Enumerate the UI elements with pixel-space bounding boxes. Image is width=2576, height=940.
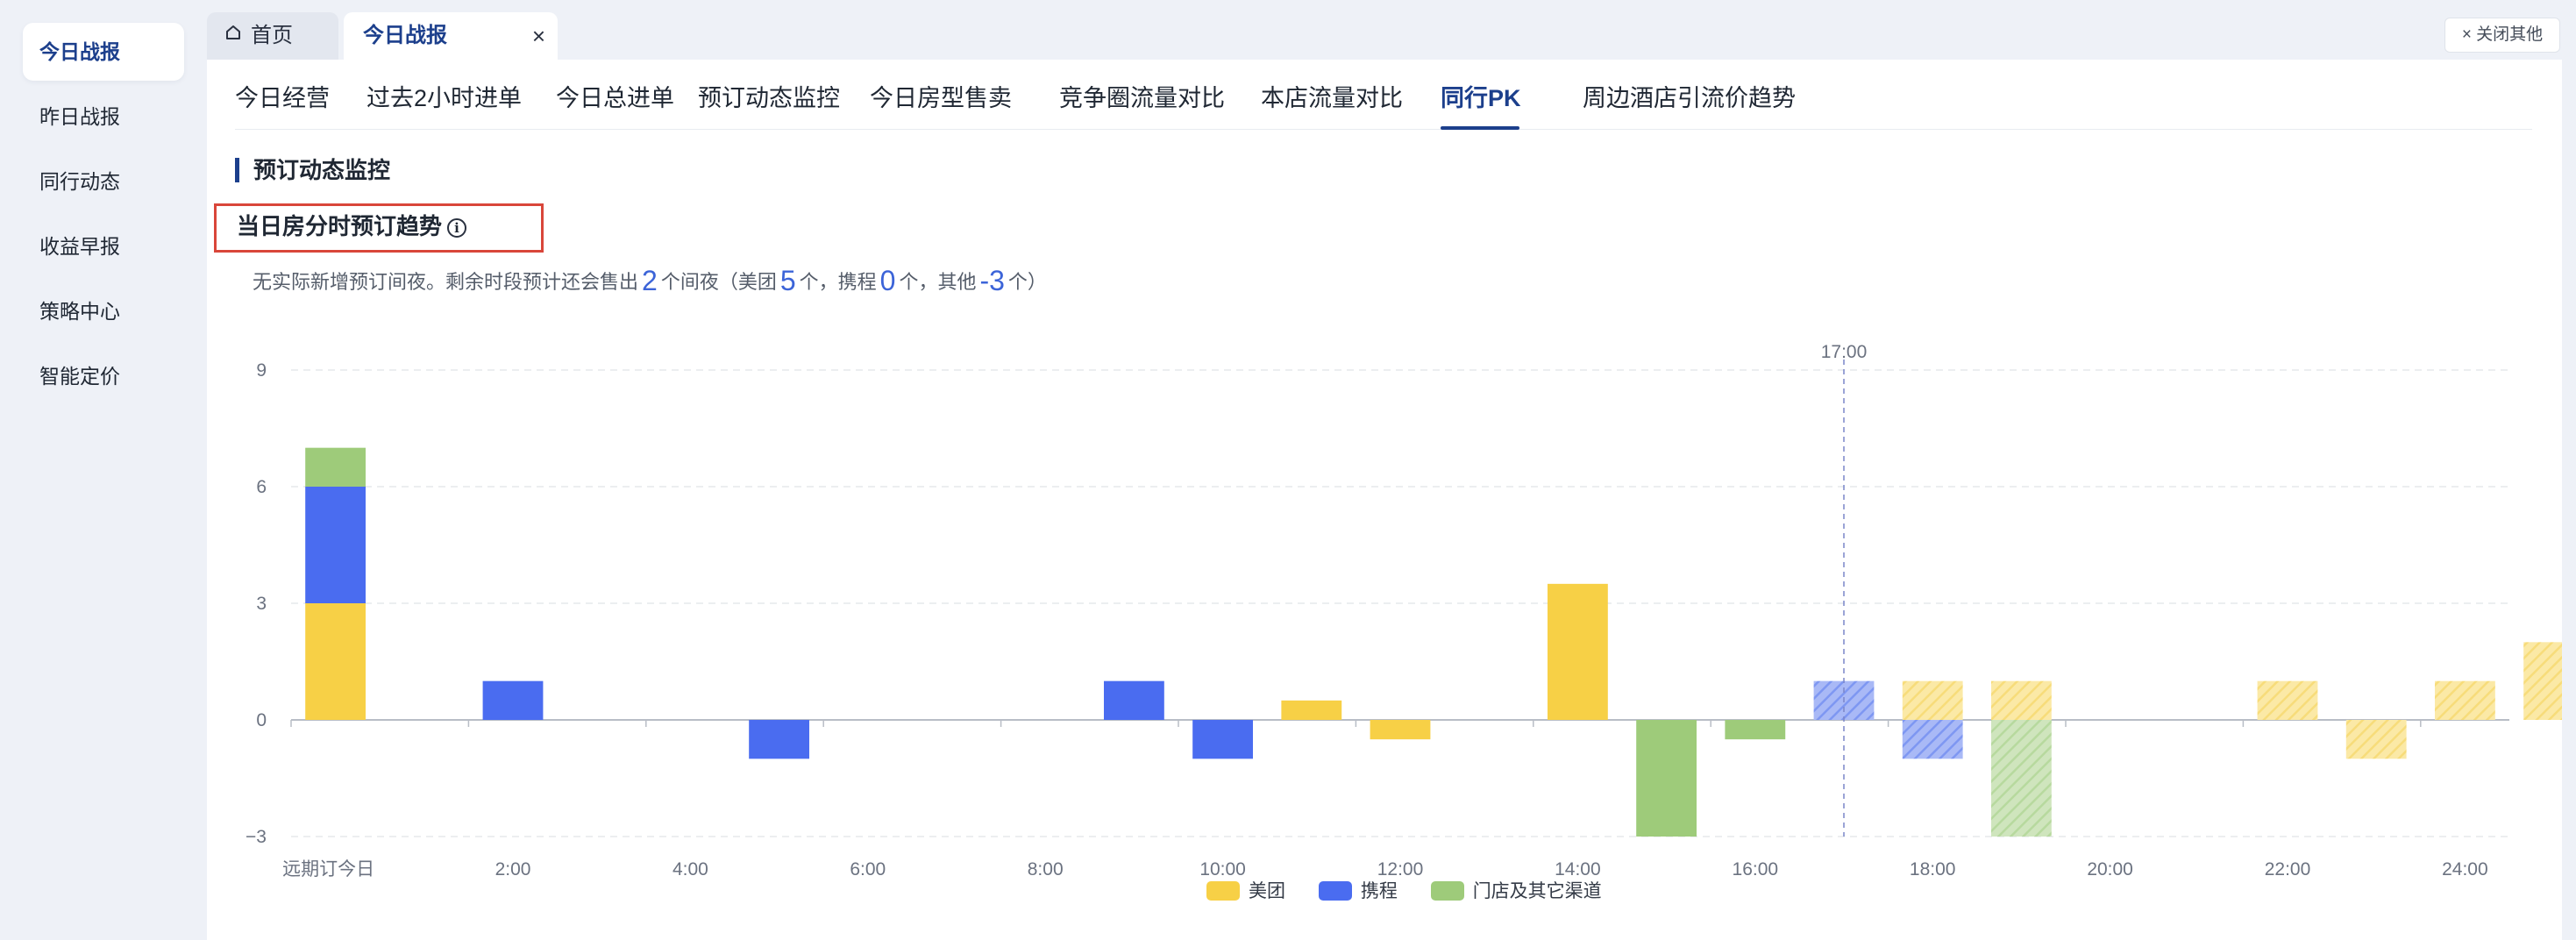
x-tick-label: 远期订今日 — [282, 859, 374, 879]
bar-other — [1636, 720, 1697, 837]
sidebar-item-revenue-morning[interactable]: 收益早报 — [23, 217, 184, 275]
chart-legend: 美团 携程 门店及其它渠道 — [1206, 877, 1630, 903]
close-others-button[interactable]: × 关闭其他 — [2444, 18, 2560, 53]
bar-ctrip — [1192, 720, 1254, 759]
x-tick-label: 8:00 — [1028, 859, 1064, 879]
sidebar-item-today-report[interactable]: 今日战报 — [23, 23, 184, 81]
bar-meituan — [305, 603, 366, 720]
legend-swatch-ctrip — [1318, 881, 1352, 901]
legend-label-meituan: 美团 — [1249, 881, 1285, 901]
bar-meituan — [1990, 680, 2052, 720]
x-tick-label: 18:00 — [1910, 859, 1956, 879]
bar-meituan — [1370, 720, 1431, 740]
bar-ctrip — [1902, 720, 1963, 759]
legend-label-other: 门店及其它渠道 — [1472, 881, 1602, 901]
bar-other — [305, 447, 366, 487]
legend-label-ctrip: 携程 — [1360, 881, 1398, 901]
sidebar: 今日战报 昨日战报 同行动态 收益早报 策略中心 智能定价 — [0, 0, 205, 940]
bar-meituan — [2434, 680, 2495, 720]
bar-meituan — [2523, 642, 2562, 720]
bar-ctrip — [305, 487, 366, 603]
x-tick-label: 2:00 — [495, 859, 531, 879]
now-marker-label: 17:00 — [1821, 342, 1868, 362]
bar-meituan — [1547, 583, 1608, 720]
legend-item-ctrip[interactable]: 携程 — [1318, 877, 1398, 903]
booking-trend-chart: −30369远期订今日 2:00 4:00 6:00 8:00 10:00 12:00 14:… — [246, 342, 2562, 879]
bar-other — [1725, 720, 1786, 740]
tab-close-icon[interactable]: × — [532, 12, 545, 60]
bar-meituan — [1281, 700, 1342, 720]
bar-ctrip — [1103, 680, 1164, 720]
y-tick-label: 3 — [256, 594, 267, 614]
y-tick-label: 6 — [256, 477, 267, 497]
x-tick-label: 20:00 — [2087, 859, 2133, 879]
tab-home[interactable]: 首页 — [207, 12, 338, 60]
bar-meituan — [1902, 680, 1963, 720]
main-content: 今日经营 过去2小时进单 今日总进单 预订动态监控 今日房型售卖 竞争圈流量对比… — [207, 60, 2562, 940]
sidebar-item-strategy-center[interactable]: 策略中心 — [23, 282, 184, 340]
x-tick-label: 16:00 — [1733, 859, 1779, 879]
bar-meituan — [2345, 720, 2407, 759]
bar-ctrip — [482, 680, 544, 720]
x-tick-label: 22:00 — [2265, 859, 2311, 879]
x-tick-label: 4:00 — [672, 859, 708, 879]
legend-item-meituan[interactable]: 美团 — [1206, 877, 1285, 903]
y-tick-label: −3 — [246, 827, 267, 847]
x-tick-label: 24:00 — [2442, 859, 2488, 879]
y-tick-label: 9 — [256, 360, 267, 381]
bar-other — [1990, 720, 2052, 837]
legend-swatch-other — [1430, 881, 1464, 901]
legend-swatch-meituan — [1206, 881, 1240, 901]
legend-item-other[interactable]: 门店及其它渠道 — [1430, 877, 1602, 903]
x-tick-label: 6:00 — [850, 859, 886, 879]
home-icon — [224, 11, 242, 59]
sidebar-item-smart-pricing[interactable]: 智能定价 — [23, 347, 184, 405]
tab-today-report[interactable]: 今日战报 × — [344, 12, 558, 60]
y-tick-label: 0 — [256, 710, 267, 730]
bar-ctrip — [749, 720, 810, 759]
tab-home-label: 首页 — [251, 24, 293, 47]
sidebar-item-peer-dynamics[interactable]: 同行动态 — [23, 153, 184, 210]
tab-today-label: 今日战报 — [363, 24, 447, 47]
bar-meituan — [2257, 680, 2318, 720]
sidebar-item-yesterday-report[interactable]: 昨日战报 — [23, 88, 184, 146]
